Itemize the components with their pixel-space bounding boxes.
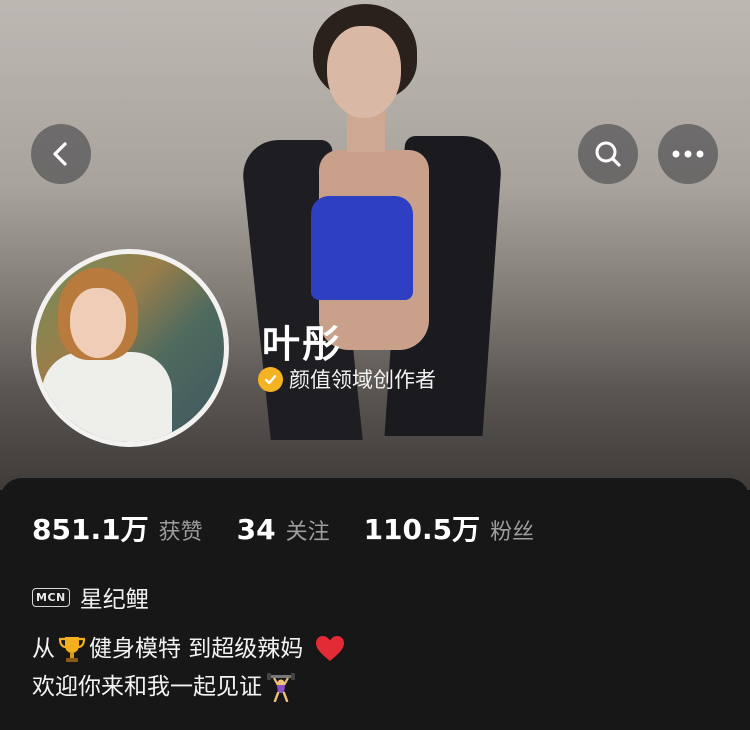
mcn-row[interactable]: MCN 星纪鲤 <box>32 580 149 614</box>
mcn-name: 星纪鲤 <box>79 587 149 613</box>
profile-info-panel: 851.1万 获赞 34 关注 110.5万 粉丝 MCN 星纪鲤 从 健身模特… <box>0 478 750 730</box>
search-button[interactable] <box>578 124 638 184</box>
search-icon <box>595 141 621 167</box>
profile-name: 叶彤 <box>262 322 343 366</box>
creator-label: 颜值领域创作者 <box>289 368 436 392</box>
creator-badge-row[interactable]: 颜值领域创作者 <box>258 364 436 394</box>
mcn-tag-icon: MCN <box>32 587 70 607</box>
trophy-icon <box>57 634 87 664</box>
bio-line-2-text: 欢迎你来和我一起见证 <box>32 674 262 700</box>
stat-following[interactable]: 34 关注 <box>237 513 330 546</box>
stat-likes[interactable]: 851.1万 获赞 <box>32 508 203 548</box>
avatar-face <box>70 288 126 358</box>
cover-photo <box>239 0 505 490</box>
bio-line-2: 欢迎你来和我一起见证 <box>32 668 347 706</box>
back-button[interactable] <box>31 124 91 184</box>
stat-following-label: 关注 <box>285 520 330 545</box>
bio-line-1-text: 健身模特 到超级辣妈 <box>89 636 304 662</box>
bio-line-1-start: 从 <box>32 636 55 662</box>
avatar-body <box>42 352 172 442</box>
avatar[interactable] <box>31 249 229 447</box>
verified-check-icon <box>258 366 283 392</box>
stat-followers-label: 粉丝 <box>490 520 535 545</box>
stat-likes-label: 获赞 <box>158 520 203 545</box>
stats-row: 851.1万 获赞 34 关注 110.5万 粉丝 <box>32 508 568 548</box>
back-arrow-icon <box>53 142 67 166</box>
more-dots-icon <box>672 150 704 158</box>
stat-followers-value: 110.5万 <box>363 513 481 546</box>
cover-top <box>311 196 413 300</box>
heart-icon <box>315 634 345 664</box>
bio: 从 健身模特 到超级辣妈 欢迎你来和我一起见证 <box>32 630 347 706</box>
stat-following-value: 34 <box>236 513 276 546</box>
stat-likes-value: 851.1万 <box>32 513 149 546</box>
weightlifter-icon <box>266 672 296 702</box>
profile-header-cover: 叶彤 颜值领域创作者 <box>0 0 750 490</box>
more-button[interactable] <box>658 124 718 184</box>
cover-face <box>327 26 401 118</box>
bio-line-1: 从 健身模特 到超级辣妈 <box>32 630 347 668</box>
stat-followers[interactable]: 110.5万 粉丝 <box>364 508 535 548</box>
